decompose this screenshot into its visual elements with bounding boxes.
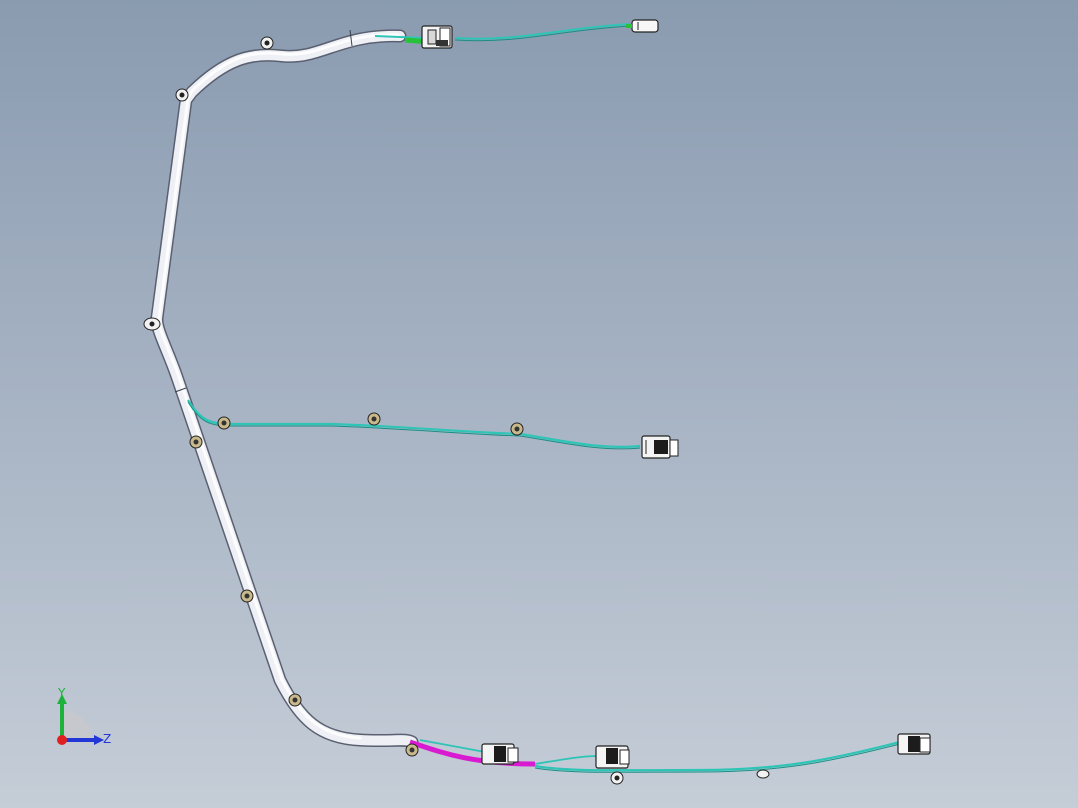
clip-trunk-1 (189, 435, 203, 449)
clip-bottom-1 (405, 743, 419, 757)
main-harness-trunk[interactable] (150, 29, 419, 749)
top-connector[interactable] (421, 25, 453, 49)
top-end-terminal[interactable] (626, 19, 659, 33)
clip-mid-1 (217, 416, 231, 430)
clip-top-1 (260, 36, 274, 50)
clip-bottom-3 (756, 769, 770, 779)
clip-trunk-2 (240, 589, 254, 603)
harness-clips[interactable] (143, 36, 770, 785)
bottom-connector-1[interactable] (481, 743, 519, 765)
top-branch[interactable] (374, 23, 631, 45)
middle-connector[interactable] (641, 435, 679, 459)
clip-bottom-2 (610, 771, 624, 785)
clip-junction (143, 317, 161, 331)
cad-viewport[interactable]: Y Z (0, 0, 1078, 808)
y-axis-label: Y (58, 686, 66, 700)
bottom-connector-3[interactable] (897, 733, 931, 755)
middle-branch[interactable] (187, 399, 641, 450)
wire-harness-model[interactable] (0, 0, 1078, 808)
clip-mid-2 (367, 412, 381, 426)
clip-mid-3 (510, 422, 524, 436)
coordinate-triad: Y Z (48, 684, 128, 754)
z-axis-label: Z (103, 732, 112, 746)
clip-top-2 (175, 88, 189, 102)
clip-trunk-3 (288, 693, 302, 707)
bottom-connector-2[interactable] (595, 745, 630, 769)
